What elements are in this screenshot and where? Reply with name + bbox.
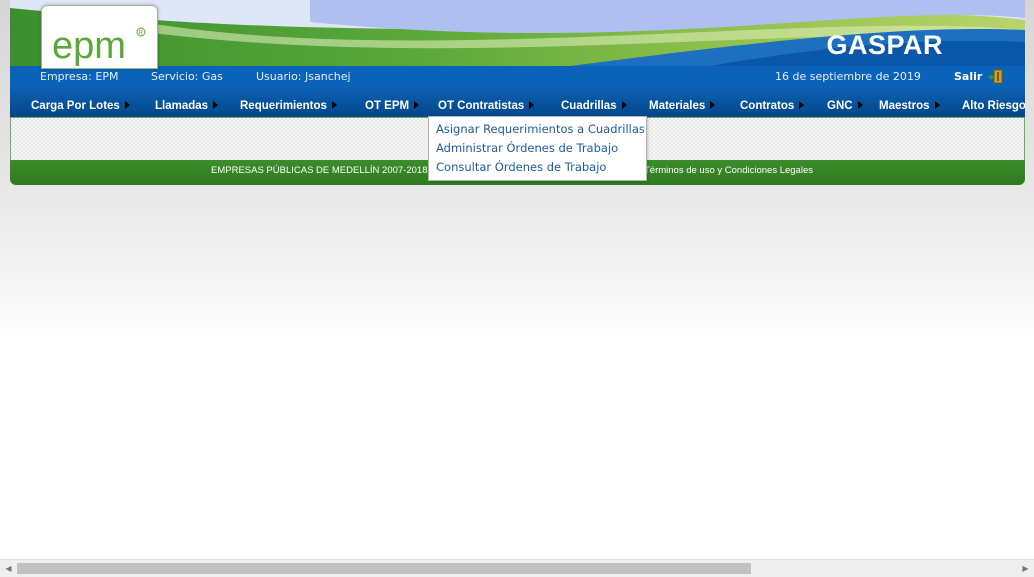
svg-text:epm: epm (52, 25, 126, 67)
app-title: GASPAR (826, 30, 943, 60)
menu-maestros[interactable]: Maestros (879, 100, 940, 112)
menu-requerimientos[interactable]: Requerimientos (240, 100, 337, 112)
submenu-arrow-icon (529, 101, 535, 109)
footer-copyright: EMPRESAS PÚBLICAS DE MEDELLÍN 2007-2018 (211, 165, 428, 176)
scroll-left-icon[interactable]: ◀ (0, 560, 17, 577)
submenu-arrow-icon (621, 101, 627, 109)
menu-alto-riesgo[interactable]: Alto Riesgo (962, 100, 1025, 112)
submenu-arrow-icon (331, 101, 337, 109)
scrollbar-thumb[interactable] (17, 563, 751, 574)
logout-icon[interactable] (988, 69, 1004, 84)
menu-llamadas[interactable]: Llamadas (155, 100, 219, 112)
submenu-arrow-icon (710, 101, 716, 109)
menu-ot-contratistas[interactable]: OT Contratistas (438, 100, 535, 112)
terms-link[interactable]: Términos de uso y Condiciones Legales (644, 160, 813, 182)
epm-logo[interactable]: epm R (41, 5, 158, 69)
submenu-arrow-icon (124, 101, 130, 109)
cuadrillas-dropdown: Asignar Requerimientos a Cuadrillas Admi… (428, 116, 647, 181)
header-banner: GASPAR (10, 0, 1025, 66)
menu-materiales[interactable]: Materiales (649, 100, 716, 112)
horizontal-scrollbar[interactable]: ◀ ▶ (0, 559, 1034, 577)
submenu-arrow-icon (213, 101, 219, 109)
epm-logo-graphic: epm R (52, 25, 146, 67)
dropdown-item-consultar-ordenes[interactable]: Consultar Órdenes de Trabajo (436, 160, 606, 174)
dropdown-item-administrar-ordenes[interactable]: Administrar Órdenes de Trabajo (436, 141, 618, 155)
servicio-label: Servicio: Gas (151, 70, 223, 83)
menu-carga-por-lotes[interactable]: Carga Por Lotes (31, 100, 130, 112)
submenu-arrow-icon (934, 101, 940, 109)
menu-cuadrillas[interactable]: Cuadrillas (561, 100, 627, 112)
submenu-arrow-icon (799, 101, 805, 109)
submenu-arrow-icon (414, 101, 420, 109)
usuario-label: Usuario: Jsanchej (256, 70, 351, 83)
menu-contratos[interactable]: Contratos (740, 100, 805, 112)
svg-text:R: R (139, 31, 144, 37)
menu-gnc[interactable]: GNC (827, 100, 863, 112)
date-label: 16 de septiembre de 2019 (775, 70, 921, 83)
logout-link[interactable]: Salir (954, 66, 982, 87)
info-bar: Empresa: EPM Servicio: Gas Usuario: Jsan… (10, 66, 1025, 87)
menu-ot-epm[interactable]: OT EPM (365, 100, 420, 112)
submenu-arrow-icon (857, 101, 863, 109)
main-menu: Carga Por Lotes Llamadas Requerimientos … (10, 87, 1025, 117)
scroll-right-icon[interactable]: ▶ (1017, 560, 1034, 577)
dropdown-item-asignar-requerimientos[interactable]: Asignar Requerimientos a Cuadrillas (436, 122, 645, 136)
empresa-label: Empresa: EPM (40, 70, 119, 83)
